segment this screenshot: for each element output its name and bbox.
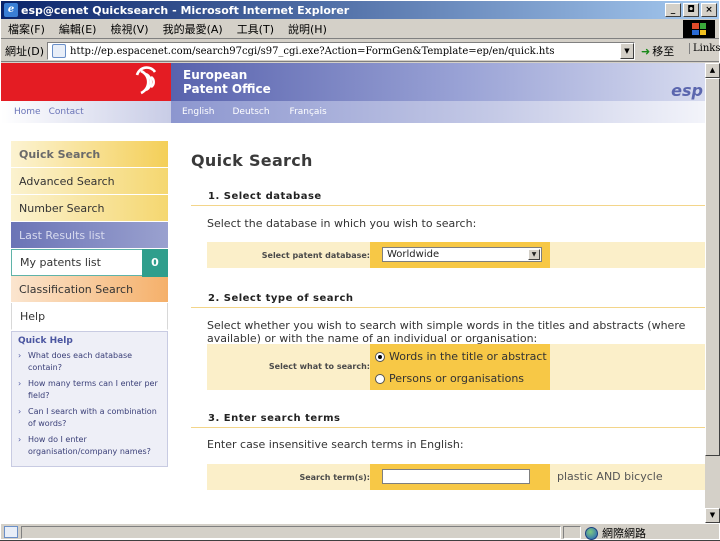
database-select[interactable]: Worldwide ▼ [382,247,542,262]
radio-persons[interactable]: Persons or organisations [375,372,524,385]
go-arrow-icon: ➜ [641,44,651,58]
nav-home-link[interactable]: Home [14,107,41,117]
bullet-arrow-icon: › [18,379,22,388]
search-example: plastic AND bicycle [557,470,663,483]
org-name: European Patent Office [183,68,271,96]
menu-favorites[interactable]: 我的最愛(A) [156,21,230,37]
go-label: 移至 [652,45,675,58]
scroll-up-icon[interactable]: ▲ [705,63,720,78]
section-select-database-heading: 1. Select database [191,191,705,206]
menu-help[interactable]: 說明(H) [281,21,334,37]
menu-tools[interactable]: 工具(T) [230,21,281,37]
quick-help-item[interactable]: › What does each database contain? [18,350,163,374]
search-terms-row: Search term(s): plastic AND bicycle [207,464,705,490]
nav-contact-link[interactable]: Contact [49,107,84,117]
radio-words[interactable]: Words in the title or abstract [375,350,547,363]
sidebar-item-quick-search[interactable]: Quick Search [11,141,168,168]
search-terms-control [370,464,550,490]
page-content: European Patent Office esp Home Contact … [1,63,705,523]
scroll-thumb[interactable] [705,78,720,456]
section-search-terms-text: Enter case insensitive search terms in E… [207,438,464,451]
search-terms-label: Search term(s): [299,473,370,482]
section-search-terms-heading: 3. Enter search terms [191,413,705,428]
lang-english-link[interactable]: English [182,107,215,117]
sidebar-item-classification-search[interactable]: Classification Search [11,276,168,303]
address-input[interactable]: http://ep.espacenet.com/search97cgi/s97_… [47,42,635,60]
links-button[interactable]: Links [689,43,720,54]
status-bar: 網際網路 [1,523,719,540]
epo-header-logo-area [1,63,171,101]
window-controls: _ ◘ × [665,3,717,17]
bullet-arrow-icon: › [18,407,22,416]
search-terms-input[interactable] [382,469,530,484]
zone-label: 網際網路 [602,527,646,540]
epo-header-banner: European Patent Office esp [171,63,705,101]
menu-bar: 檔案(F) 編輯(E) 檢視(V) 我的最愛(A) 工具(T) 說明(H) [1,19,719,39]
address-bar: 網址(D) http://ep.espacenet.com/search97cg… [1,40,720,62]
minimize-button[interactable]: _ [665,3,681,17]
sidebar-item-help[interactable]: Help [11,303,168,330]
patents-count-badge: 0 [142,249,168,277]
menu-edit[interactable]: 編輯(E) [52,21,104,37]
windows-logo-icon [683,20,715,38]
restore-button[interactable]: ◘ [683,3,699,17]
sidebar-item-advanced-search[interactable]: Advanced Search [11,168,168,195]
address-dropdown-icon[interactable]: ▼ [620,43,634,59]
address-label: 網址(D) [5,44,45,58]
quick-help-item[interactable]: › How many terms can I enter per field? [18,378,163,402]
sidebar-nav: Quick Search Advanced Search Number Sear… [11,141,168,330]
page-icon [52,44,66,58]
section-search-type-heading: 2. Select type of search [191,293,705,308]
database-label: Select patent database: [261,251,370,260]
browser-window: e esp@cenet Quicksearch - Microsoft Inte… [0,0,720,541]
epo-logo-icon[interactable] [131,65,165,99]
bullet-arrow-icon: › [18,351,22,360]
menu-file[interactable]: 檔案(F) [1,21,52,37]
lang-deutsch-link[interactable]: Deutsch [233,107,270,117]
status-text-pane [21,526,561,539]
section-select-database-text: Select the database in which you wish to… [207,217,477,230]
search-type-row: Select what to search: Words in the titl… [207,344,705,390]
main-panel: Quick Search 1. Select database Select t… [191,151,705,490]
page-status-icon [4,526,18,538]
section-search-type-text: Select whether you wish to search with s… [207,319,686,345]
vertical-scrollbar[interactable]: ▲ ▼ [705,63,720,523]
database-control: Worldwide ▼ [370,242,550,268]
chevron-down-icon[interactable]: ▼ [528,249,540,260]
database-row: Select patent database: Worldwide ▼ [207,242,705,268]
menu-view[interactable]: 檢視(V) [103,21,155,37]
address-url: http://ep.espacenet.com/search97cgi/s97_… [70,45,555,57]
lang-francais-link[interactable]: Français [290,107,327,117]
quick-help-item[interactable]: › How do I enter organisation/company nam… [18,434,163,458]
language-nav: English Deutsch Français [171,101,705,123]
page-title: Quick Search [191,151,313,170]
window-title: esp@cenet Quicksearch - Microsoft Intern… [21,3,350,17]
title-bar: e esp@cenet Quicksearch - Microsoft Inte… [1,1,719,19]
quick-help-title: Quick Help [18,336,73,346]
brand-wordmark: esp [671,81,703,100]
sidebar-item-number-search[interactable]: Number Search [11,195,168,222]
status-pane [563,526,581,539]
globe-icon [585,526,598,540]
security-zone: 網際網路 [585,525,646,541]
radio-empty-icon[interactable] [375,373,385,384]
search-type-control: Words in the title or abstract Persons o… [370,344,550,390]
close-button[interactable]: × [701,3,717,17]
quick-help-box: Quick Help › What does each database cont… [11,331,168,467]
top-nav: Home Contact [1,101,171,123]
bullet-arrow-icon: › [18,435,22,444]
radio-selected-icon[interactable] [375,351,385,362]
search-type-label: Select what to search: [268,362,370,371]
quick-help-item[interactable]: › Can I search with a combination of word… [18,406,163,430]
go-button[interactable]: ➜ 移至 [641,43,674,59]
sidebar-item-last-results[interactable]: Last Results list [11,222,168,249]
scroll-down-icon[interactable]: ▼ [705,508,720,523]
sidebar-item-my-patents[interactable]: My patents list 0 [11,249,168,277]
ie-icon: e [4,3,18,17]
